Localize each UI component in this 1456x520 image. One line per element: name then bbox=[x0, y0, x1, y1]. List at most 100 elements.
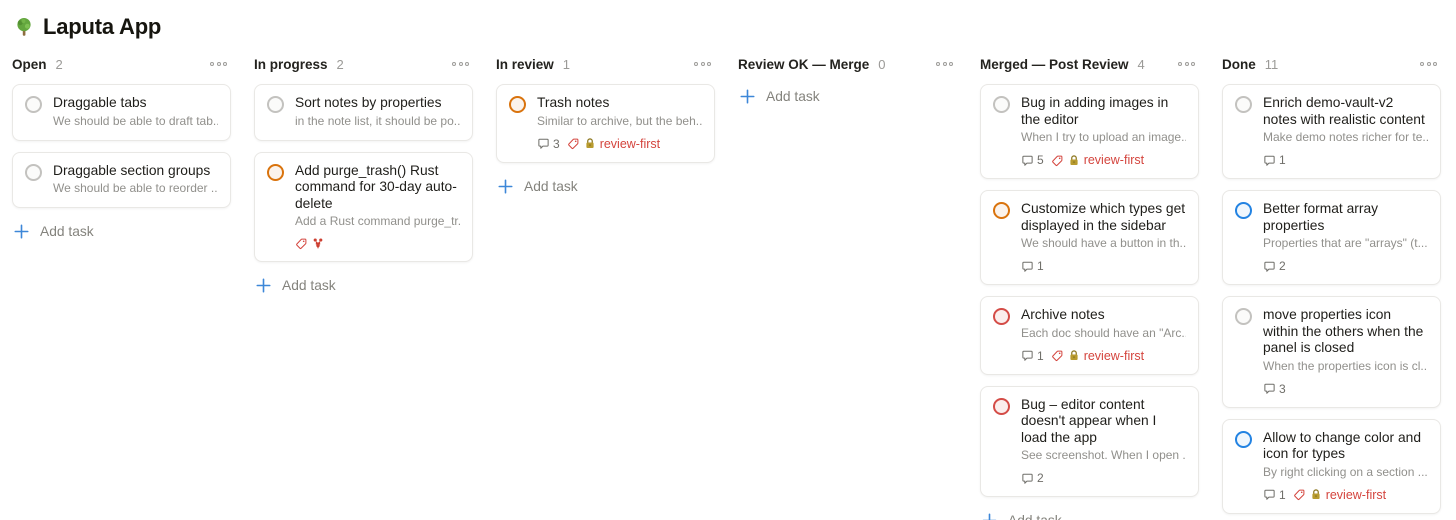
tag-label: review-first bbox=[1325, 487, 1387, 502]
tag-icon bbox=[1293, 488, 1306, 501]
card-body: Archive notes Each doc should have an "Ar… bbox=[1021, 307, 1186, 363]
card-body: Customize which types get displayed in t… bbox=[1021, 201, 1186, 273]
status-circle-gray[interactable] bbox=[993, 96, 1010, 113]
status-circle-orange[interactable] bbox=[509, 96, 526, 113]
comment-icon bbox=[1021, 349, 1034, 362]
add-task-label: Add task bbox=[1008, 513, 1062, 520]
column-title: Merged — Post Review bbox=[980, 56, 1129, 72]
status-circle-blue[interactable] bbox=[1235, 202, 1252, 219]
column-count: 0 bbox=[878, 56, 886, 72]
card-title: Enrich demo-vault-v2 notes with realisti… bbox=[1263, 95, 1425, 127]
task-card[interactable]: move properties icon within the others w… bbox=[1222, 296, 1441, 408]
task-card[interactable]: Trash notes Similar to archive, but the b… bbox=[496, 84, 715, 163]
tag-label: review-first bbox=[1083, 348, 1145, 363]
task-card[interactable]: Add purge_trash() Rust command for 30-da… bbox=[254, 151, 473, 262]
tag-icon bbox=[1051, 154, 1064, 167]
task-card[interactable]: Bug – editor content doesn't appear when… bbox=[980, 385, 1199, 497]
card-description: By right clicking on a section ... bbox=[1263, 464, 1428, 479]
task-card[interactable]: Sort notes by properties in the note list… bbox=[254, 84, 473, 141]
card-title: Allow to change color and icon for types bbox=[1263, 429, 1421, 462]
card-title: Bug in adding images in the editor bbox=[1021, 95, 1169, 127]
column-menu-button[interactable] bbox=[1418, 58, 1439, 70]
add-task-button[interactable]: Add task bbox=[496, 174, 715, 199]
column-header: In progress 2 bbox=[254, 53, 473, 75]
comment-count: 1 bbox=[1263, 153, 1286, 167]
comment-icon bbox=[1021, 472, 1034, 485]
menu-dot bbox=[949, 62, 953, 66]
column-menu-button[interactable] bbox=[692, 58, 713, 70]
task-card[interactable]: Allow to change color and icon for types… bbox=[1222, 418, 1441, 514]
task-card[interactable]: Draggable tabs We should be able to draft… bbox=[12, 84, 231, 141]
comment-count-value: 1 bbox=[1279, 153, 1286, 167]
column-menu-button[interactable] bbox=[934, 58, 955, 70]
column-menu-button[interactable] bbox=[450, 58, 471, 70]
card-title: Bug – editor content doesn't appear when… bbox=[1021, 396, 1157, 445]
add-task-button[interactable]: Add task bbox=[254, 273, 473, 298]
card-body: Bug – editor content doesn't appear when… bbox=[1021, 397, 1186, 486]
card-title: move properties icon within the others w… bbox=[1263, 307, 1424, 355]
card-meta-row: 5 review-first bbox=[1021, 153, 1186, 167]
card-title: Trash notes bbox=[537, 95, 610, 110]
comment-count-value: 2 bbox=[1279, 259, 1286, 273]
board-column-merged-post-review: Merged — Post Review 4 Bug in adding image… bbox=[980, 53, 1199, 520]
add-task-button[interactable]: Add task bbox=[738, 84, 957, 109]
card-description: See screenshot. When I open ... bbox=[1021, 448, 1186, 462]
task-card[interactable]: Draggable section groups We should be abl… bbox=[12, 151, 231, 208]
status-circle-gray[interactable] bbox=[1235, 308, 1252, 325]
column-count: 1 bbox=[562, 56, 571, 72]
add-task-label: Add task bbox=[524, 178, 578, 194]
card-body: move properties icon within the others w… bbox=[1263, 307, 1428, 396]
menu-dot bbox=[1184, 62, 1189, 66]
menu-dot bbox=[465, 62, 469, 66]
status-circle-gray[interactable] bbox=[267, 96, 284, 113]
comment-count: 1 bbox=[1021, 259, 1044, 273]
menu-dot bbox=[223, 62, 227, 66]
status-circle-red[interactable] bbox=[993, 308, 1010, 325]
comment-count-value: 3 bbox=[1279, 381, 1286, 396]
lock-icon bbox=[1068, 349, 1080, 362]
task-card[interactable]: Customize which types get displayed in t… bbox=[980, 190, 1199, 285]
tree-logo-icon bbox=[13, 16, 35, 38]
task-card[interactable]: Better format array properties Properties… bbox=[1222, 190, 1441, 285]
status-circle-red[interactable] bbox=[993, 397, 1010, 415]
menu-dot bbox=[216, 62, 221, 66]
task-card[interactable]: Enrich demo-vault-v2 notes with realisti… bbox=[1222, 84, 1441, 179]
plus-icon bbox=[982, 513, 997, 520]
menu-dot bbox=[1426, 62, 1431, 66]
column-title: Review OK — Merge bbox=[738, 56, 870, 72]
column-header: In review 1 bbox=[496, 53, 715, 75]
comment-count: 3 bbox=[537, 137, 560, 151]
column-header: Review OK — Merge 0 bbox=[738, 53, 957, 75]
column-menu-button[interactable] bbox=[208, 58, 229, 70]
add-task-label: Add task bbox=[766, 89, 820, 104]
column-title: Done bbox=[1222, 56, 1256, 72]
comment-icon bbox=[1263, 382, 1276, 395]
card-description: We should be able to draft tab... bbox=[53, 113, 218, 128]
status-circle-blue[interactable] bbox=[1235, 430, 1252, 448]
comment-count-value: 1 bbox=[1037, 259, 1044, 273]
task-card[interactable]: Bug in adding images in the editor When I… bbox=[980, 84, 1199, 179]
comment-icon bbox=[1021, 260, 1034, 273]
comment-icon bbox=[1263, 488, 1276, 501]
comment-icon bbox=[537, 137, 550, 150]
add-task-button[interactable]: Add task bbox=[980, 508, 1199, 520]
comment-count: 1 bbox=[1263, 488, 1286, 502]
card-description: Each doc should have an "Arc... bbox=[1021, 325, 1186, 340]
status-circle-gray[interactable] bbox=[25, 96, 42, 113]
menu-dot bbox=[210, 62, 214, 66]
add-task-button[interactable]: Add task bbox=[12, 219, 231, 244]
menu-dot bbox=[942, 62, 947, 66]
board-column-review-ok-merge: Review OK — Merge 0 Add task bbox=[738, 53, 957, 109]
status-circle-gray[interactable] bbox=[25, 163, 42, 181]
menu-dot bbox=[694, 62, 698, 66]
task-card[interactable]: Archive notes Each doc should have an "Ar… bbox=[980, 296, 1199, 375]
card-description: Similar to archive, but the beh... bbox=[537, 113, 702, 128]
status-circle-gray[interactable] bbox=[1235, 96, 1252, 113]
status-circle-orange[interactable] bbox=[993, 202, 1010, 219]
card-meta-row: 1 review-first bbox=[1263, 488, 1428, 502]
column-menu-button[interactable] bbox=[1176, 58, 1197, 70]
tag-icon bbox=[1051, 349, 1064, 362]
card-description: Properties that are "arrays" (t... bbox=[1263, 236, 1428, 250]
status-circle-orange[interactable] bbox=[267, 163, 284, 181]
menu-dot bbox=[1420, 62, 1424, 66]
